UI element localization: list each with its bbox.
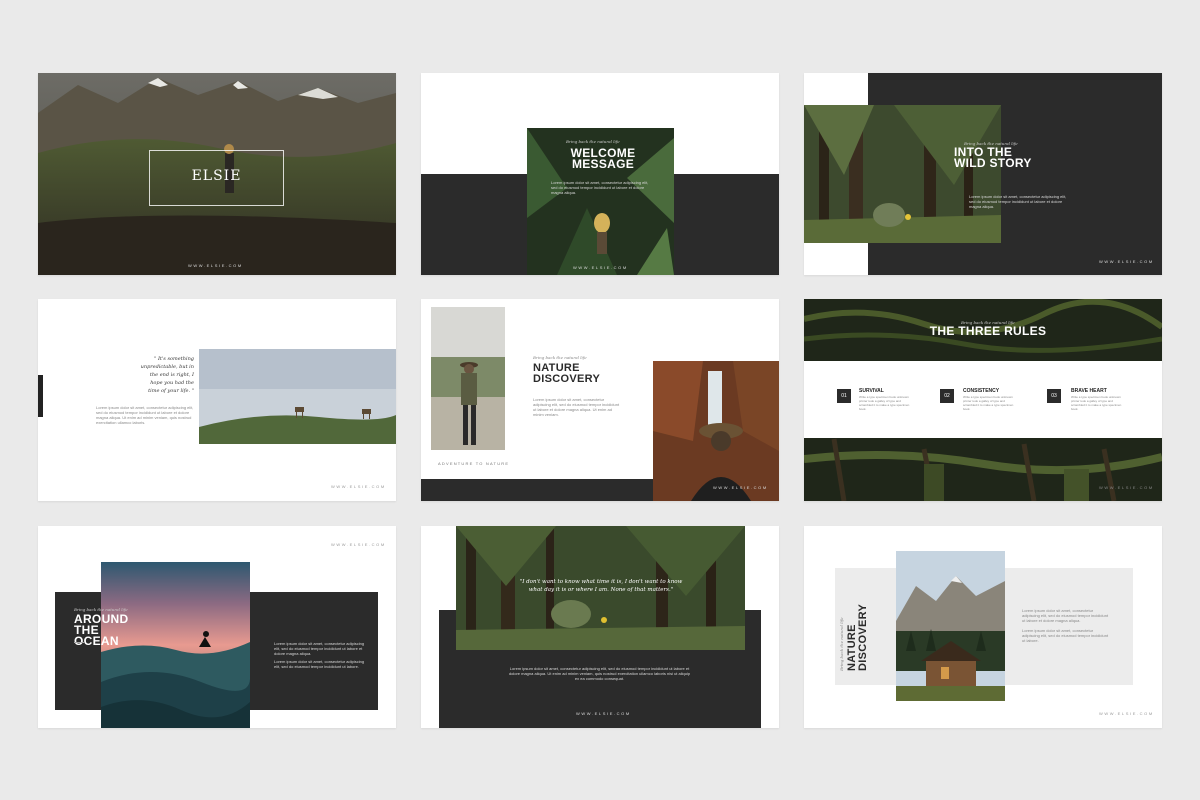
- slide-9-nature-discovery-vertical[interactable]: Bring back the natural life NATURE DISCO…: [804, 526, 1162, 728]
- deer-on-hill-photo: [199, 349, 396, 444]
- slide-title: AROUND THE OCEAN: [74, 612, 129, 648]
- body-text-2: Lorem ipsum dolor sit amet, consectetur …: [274, 659, 365, 669]
- website-url: WWW.ELSIE.COM: [1099, 711, 1154, 716]
- slide-title: THE THREE RULES: [929, 324, 1047, 338]
- website-url: WWW.ELSIE.COM: [573, 265, 628, 270]
- body-text: Lorem ipsum dolor sit amet, consectetur …: [969, 194, 1067, 209]
- waterfall-photo: [653, 361, 779, 501]
- kicker: Bring back the natural life: [839, 617, 844, 671]
- accent-bar: [38, 375, 43, 417]
- body-text-1: Lorem ipsum dolor sit amet, consectetur …: [274, 641, 365, 656]
- body-text: Lorem ipsum dolor sit amet, consectetur …: [96, 405, 194, 425]
- vertical-title-group: Bring back the natural life NATURE DISCO…: [839, 561, 869, 671]
- slide-title: INTO THE WILD STORY: [954, 145, 1032, 170]
- website-url: WWW.ELSIE.COM: [331, 484, 386, 489]
- rule-name: SURVIVAL: [859, 388, 884, 394]
- slide-7-around-the-ocean[interactable]: WWW.ELSIE.COM Bring back the natural lif…: [38, 526, 396, 728]
- rule-number: 03: [1051, 393, 1057, 399]
- rule-name: BRAVE HEART: [1071, 388, 1107, 394]
- slide-title: NATURE DISCOVERY: [533, 362, 601, 385]
- body-text: Lorem ipsum dolor sit amet, consectetur …: [551, 180, 649, 195]
- website-url: WWW.ELSIE.COM: [576, 711, 631, 716]
- slide-5-nature-discovery[interactable]: ADVENTURE TO NATURE Bring back the natur…: [421, 299, 779, 501]
- quote-text: "I don't want to know what time it is, I…: [519, 579, 683, 593]
- kicker: Bring back the natural life: [533, 355, 587, 360]
- slide-3-into-the-wild[interactable]: Bring back the natural life INTO THE WIL…: [804, 73, 1162, 275]
- slide-4-quote[interactable]: " It's something unpredictable, but in t…: [38, 299, 396, 501]
- cabin-mountain-photo: [896, 551, 1005, 701]
- body-text-2: Lorem ipsum dolor sit amet, consectetur …: [1022, 628, 1109, 643]
- website-url: WWW.ELSIE.COM: [1099, 259, 1154, 264]
- slide-1-cover[interactable]: ELSIE WWW.ELSIE.COM: [38, 73, 396, 275]
- slide-title: WELCOME MESSAGE: [570, 146, 636, 171]
- slide-8-quote-forest[interactable]: "I don't want to know what time it is, I…: [421, 526, 779, 728]
- rule-name: CONSISTENCY: [963, 388, 1000, 394]
- body-text: Lorem ipsum dolor sit amet, consectetur …: [508, 666, 691, 681]
- rule-number: 02: [944, 393, 950, 399]
- slide-title: NATURE DISCOVERY: [846, 603, 869, 671]
- slide-6-three-rules[interactable]: Bring back the natural life THE THREE RU…: [804, 299, 1162, 501]
- slide-2-welcome[interactable]: Bring back the natural life WELCOME MESS…: [421, 73, 779, 275]
- rule-text: Write a type specimen book unknown print…: [1071, 395, 1122, 411]
- kicker: Bring back the natural life: [566, 139, 620, 144]
- body-text-1: Lorem ipsum dolor sit amet, consectetur …: [1022, 608, 1109, 623]
- rule-text: Write a type specimen book unknown print…: [963, 395, 1014, 411]
- website-url: WWW.ELSIE.COM: [713, 485, 768, 490]
- title-underline: [74, 642, 84, 643]
- website-url: WWW.ELSIE.COM: [1099, 485, 1154, 490]
- cover-title: ELSIE: [191, 168, 242, 184]
- website-url: WWW.ELSIE.COM: [331, 542, 386, 547]
- rule-number: 01: [841, 393, 847, 399]
- rule-text: Write a type specimen book unknown print…: [859, 395, 910, 411]
- website-url: WWW.ELSIE.COM: [188, 263, 243, 268]
- body-text: Lorem ipsum dolor sit amet, consectetur …: [533, 397, 620, 417]
- quote-text: " It's something unpredictable, but in t…: [140, 356, 194, 394]
- traveler-hat-photo: [431, 307, 505, 450]
- caption: ADVENTURE TO NATURE: [438, 461, 510, 466]
- forest-photo: [804, 105, 1001, 243]
